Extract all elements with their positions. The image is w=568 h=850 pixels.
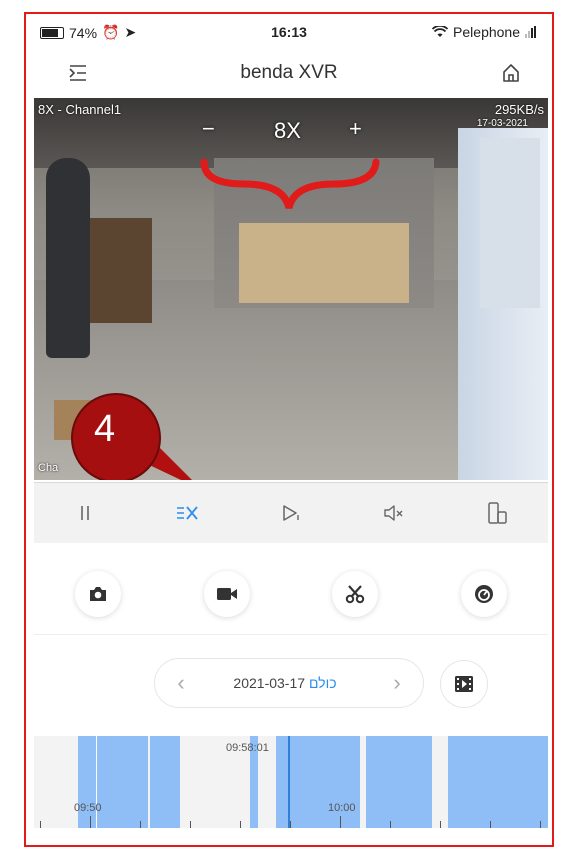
page-title: benda XVR — [240, 62, 338, 83]
zoom-x-icon — [177, 506, 198, 520]
callout-marker — [71, 393, 192, 480]
channel-label: 8X - Channel1 — [38, 102, 122, 117]
annotation-brace — [200, 158, 380, 210]
callout-number: 4 — [94, 408, 116, 450]
home-icon[interactable] — [500, 62, 522, 84]
date-selector: ‹ כולם 2021-03-17 › — [154, 658, 424, 708]
app-frame: 74% ⏰ ➤ 16:13 Pelephone benda XVR 8X - C… — [24, 12, 554, 847]
video-record-icon — [216, 588, 237, 600]
play-step-button[interactable] — [271, 493, 311, 533]
recording-timeline[interactable]: 09:58:01 09:50 10:00 — [34, 736, 548, 828]
device-button[interactable] — [477, 493, 517, 533]
bitrate-label: 295KB/s — [494, 102, 544, 117]
mute-button[interactable] — [374, 493, 414, 533]
wifi-icon — [432, 26, 449, 37]
device-icon — [487, 502, 507, 524]
date-display[interactable]: כולם 2021-03-17 — [233, 675, 344, 691]
film-icon — [455, 676, 473, 692]
recording-segment — [366, 736, 432, 828]
scissors-icon — [346, 585, 365, 604]
date-value: 2021-03-17 — [233, 675, 306, 691]
play-step-icon — [283, 505, 299, 521]
tick-label: 09:50 — [74, 802, 102, 814]
status-bar: 74% ⏰ ➤ 16:13 Pelephone — [26, 14, 552, 48]
zoom-out-button[interactable]: − — [202, 116, 215, 142]
camera-icon — [90, 587, 107, 601]
tick-label: 10:00 — [328, 802, 356, 814]
pause-icon — [81, 506, 90, 520]
video-feed[interactable]: 8X - Channel1 295KB/s 17-03-2021 − 8X + … — [34, 98, 548, 480]
pause-button[interactable] — [65, 493, 105, 533]
prev-date-button[interactable]: ‹ — [171, 670, 191, 696]
current-time-label: 09:58:01 — [226, 742, 269, 754]
carrier-name: Pelephone — [453, 24, 520, 40]
zoom-button[interactable] — [168, 493, 208, 533]
player-controls — [34, 482, 548, 543]
recording-segment — [448, 736, 548, 828]
record-button[interactable] — [203, 571, 250, 617]
recording-segment — [150, 736, 180, 828]
speaker-mute-icon — [384, 505, 403, 521]
speed-icon — [474, 585, 493, 603]
nav-bar: benda XVR — [26, 54, 552, 94]
playback-list-button[interactable] — [440, 660, 488, 708]
signal-icon — [525, 26, 536, 38]
speed-button[interactable] — [460, 571, 507, 617]
action-bar — [34, 554, 548, 635]
zoom-in-button[interactable]: + — [349, 116, 362, 142]
today-label: כולם — [308, 675, 337, 691]
clip-button[interactable] — [332, 571, 379, 617]
timeline-cursor[interactable] — [288, 736, 290, 828]
zoom-level: 8X — [274, 118, 301, 143]
snapshot-button[interactable] — [75, 571, 122, 617]
next-date-button[interactable]: › — [387, 670, 407, 696]
status-right: Pelephone — [432, 24, 536, 40]
recording-segment — [78, 736, 148, 828]
video-timestamp: 17-03-2021 — [476, 118, 528, 129]
bottom-channel-label: Cha — [38, 462, 59, 474]
